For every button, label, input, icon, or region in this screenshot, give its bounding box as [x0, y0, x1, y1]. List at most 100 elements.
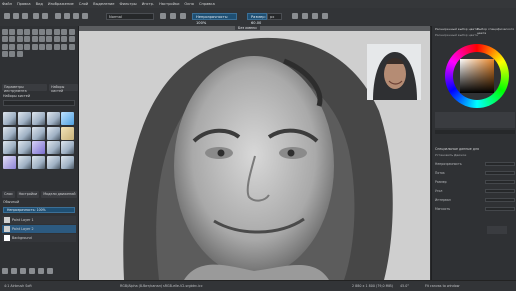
- prop-row[interactable]: Поток: [435, 171, 515, 176]
- add-layer-icon[interactable]: [2, 268, 8, 274]
- multibrush-icon[interactable]: [31, 36, 38, 43]
- opacity-slider[interactable]: Непрозрачность: 100%: [192, 13, 237, 25]
- contiguous-select-icon[interactable]: [53, 43, 60, 50]
- blend-mode-label[interactable]: Обычный: [3, 200, 19, 204]
- save-icon[interactable]: [22, 13, 28, 19]
- zoom-tool-icon[interactable]: [9, 51, 16, 58]
- brush-preset-item[interactable]: [32, 126, 45, 140]
- prop-value[interactable]: [485, 162, 515, 166]
- prop-value[interactable]: [485, 189, 515, 193]
- crop-tool-icon[interactable]: [38, 36, 45, 43]
- tab-motion[interactable]: Модели движений: [41, 191, 78, 198]
- bezier-select-icon[interactable]: [68, 43, 75, 50]
- menu-filters[interactable]: Фильтры: [120, 2, 137, 6]
- layer-properties-icon[interactable]: [38, 268, 44, 274]
- brush-preset-item[interactable]: [3, 112, 16, 125]
- brush-preset-item[interactable]: [3, 141, 16, 154]
- pattern-icon[interactable]: [64, 13, 70, 19]
- duplicate-layer-icon[interactable]: [11, 268, 17, 274]
- brush-preset-item[interactable]: [32, 141, 45, 154]
- brush-preset-icon[interactable]: [73, 13, 79, 19]
- brush-tool-icon[interactable]: [38, 29, 45, 35]
- freehand-path-icon[interactable]: [16, 36, 23, 43]
- layer-row[interactable]: Background: [2, 234, 76, 242]
- menu-layer[interactable]: Слой: [79, 2, 88, 6]
- saturation-value-square[interactable]: [460, 59, 494, 93]
- tab-tool-options[interactable]: Параметры инструмента: [2, 84, 48, 93]
- prop-row[interactable]: Непрозрачность: [435, 162, 515, 167]
- menu-image[interactable]: Изображение: [48, 2, 74, 6]
- menu-help[interactable]: Справка: [199, 2, 215, 6]
- prop-value[interactable]: [485, 171, 515, 175]
- preset-filter-field[interactable]: [3, 100, 75, 106]
- polyline-tool-icon[interactable]: [2, 36, 8, 43]
- brush-preset-item[interactable]: [46, 112, 60, 125]
- brush-preset-item[interactable]: [61, 112, 74, 125]
- dynamic-brush-icon[interactable]: [24, 36, 31, 43]
- text-tool-icon[interactable]: [16, 29, 23, 35]
- move-tool-icon[interactable]: [46, 36, 53, 43]
- select-tool-icon[interactable]: [2, 29, 8, 35]
- open-icon[interactable]: [13, 13, 19, 19]
- specific-color-tab[interactable]: Выбор специфического цвета: [477, 27, 516, 35]
- brush-preset-item[interactable]: [3, 155, 16, 169]
- reference-photo[interactable]: [367, 44, 421, 100]
- brush-preset-item[interactable]: [61, 155, 74, 169]
- ellipse-tool-icon[interactable]: [61, 29, 68, 35]
- similar-select-icon[interactable]: [61, 43, 68, 50]
- redo-icon[interactable]: [42, 13, 48, 19]
- prop-row[interactable]: Размер: [435, 180, 515, 185]
- color-history[interactable]: [435, 112, 515, 128]
- brush-preset-item[interactable]: [46, 126, 60, 140]
- pan-tool-icon[interactable]: [16, 51, 23, 58]
- gradient-icon[interactable]: [55, 13, 61, 19]
- menu-window[interactable]: Окно: [184, 2, 194, 6]
- transform-tool-icon[interactable]: [9, 29, 16, 35]
- brush-preset-item[interactable]: [17, 141, 31, 154]
- assistant-tool-icon[interactable]: [2, 43, 8, 50]
- color-selector-tab[interactable]: Расширенный выбор цвета: [435, 27, 478, 31]
- tab-layer-settings[interactable]: Настройки: [16, 191, 40, 198]
- brush-preset-item[interactable]: [61, 141, 74, 154]
- freehand-select-icon[interactable]: [46, 43, 53, 50]
- polygon-tool-icon[interactable]: [68, 29, 75, 35]
- prop-value[interactable]: [485, 207, 515, 211]
- new-document-icon[interactable]: [4, 13, 10, 19]
- document-tab[interactable]: Без имени: [235, 26, 260, 30]
- eraser-mode-icon[interactable]: [160, 13, 166, 19]
- size-slider[interactable]: Размер: 60.00: [247, 13, 267, 25]
- menu-file[interactable]: Файл: [2, 2, 12, 6]
- mirror-vertical-icon[interactable]: [302, 13, 308, 19]
- brush-preset-item[interactable]: [32, 155, 45, 169]
- layer-row[interactable]: Paint Layer 1: [2, 216, 76, 224]
- brush-preset-item[interactable]: [46, 155, 60, 169]
- reload-preset-icon[interactable]: [180, 13, 186, 19]
- move-layer-up-icon[interactable]: [20, 268, 26, 274]
- calligraphy-icon[interactable]: [31, 29, 38, 35]
- brush-preset-item[interactable]: [3, 126, 16, 140]
- rectangle-tool-icon[interactable]: [53, 29, 60, 35]
- preserve-alpha-icon[interactable]: [170, 13, 176, 19]
- polygon-select-icon[interactable]: [38, 43, 45, 50]
- brush-preset-item[interactable]: [17, 112, 31, 125]
- layer-row[interactable]: Paint Layer 2: [2, 225, 76, 233]
- more-icon[interactable]: [322, 13, 328, 19]
- layer-opacity-slider[interactable]: Непрозрачность: 100%: [3, 207, 75, 213]
- menu-view[interactable]: Вид: [36, 2, 43, 6]
- tab-brush-presets[interactable]: Наборы кистей: [49, 84, 78, 93]
- blend-mode-select[interactable]: Normal: [106, 13, 154, 20]
- menu-tools[interactable]: Инстр.: [142, 2, 155, 6]
- bezier-tool-icon[interactable]: [9, 36, 16, 43]
- menu-select[interactable]: Выделение: [93, 2, 114, 6]
- brush-preset-item[interactable]: [17, 155, 31, 169]
- status-fit-canvas[interactable]: Fit canvas to window: [425, 284, 459, 288]
- undo-icon[interactable]: [33, 13, 39, 19]
- brush-preset-item[interactable]: [46, 141, 60, 154]
- blend-mode-icon[interactable]: [82, 13, 88, 19]
- prop-row[interactable]: Угол: [435, 189, 515, 194]
- line-tool-icon[interactable]: [46, 29, 53, 35]
- color-picker-icon[interactable]: [61, 36, 68, 43]
- measure-tool-icon[interactable]: [9, 43, 16, 50]
- prop-value[interactable]: [485, 180, 515, 184]
- move-layer-down-icon[interactable]: [29, 268, 35, 274]
